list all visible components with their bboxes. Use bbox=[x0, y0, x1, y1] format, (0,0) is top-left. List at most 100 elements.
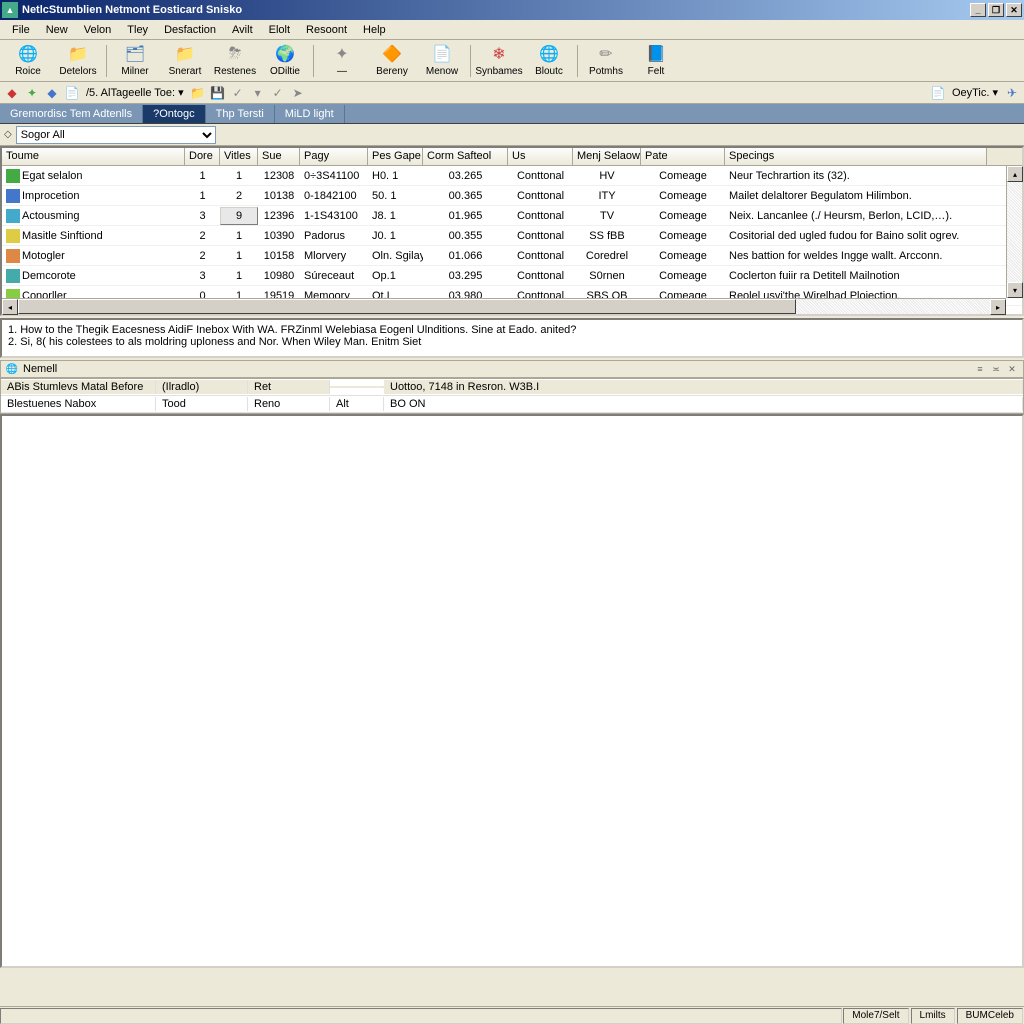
column-us[interactable]: Us bbox=[508, 148, 573, 165]
toolbar-milner-button[interactable]: 🗂 Milner bbox=[111, 42, 159, 80]
horizontal-scrollbar[interactable]: ◂ ▸ bbox=[2, 298, 1006, 314]
send-icon[interactable]: ✈ bbox=[1004, 85, 1020, 101]
dropdown-icon[interactable]: ▾ bbox=[250, 85, 266, 101]
cell-menj: HV bbox=[573, 168, 641, 184]
column-pagy[interactable]: Pagy bbox=[300, 148, 368, 165]
scroll-thumb[interactable] bbox=[18, 299, 796, 314]
toolbar-right-label[interactable]: OeyTic. ▾ bbox=[950, 86, 1000, 99]
main-toolbar: 🌐Roice📁Detelors🗂Milner📁Snerart⛈Restenes🌍… bbox=[0, 40, 1024, 82]
toolbar-bloutc-button[interactable]: 🌐Bloutc bbox=[525, 42, 573, 80]
table-row[interactable]: Motogler2110158MlorveryOln. Sgilay01.066… bbox=[2, 246, 1022, 266]
vertical-scrollbar[interactable]: ▴ ▾ bbox=[1006, 166, 1022, 298]
column-toume[interactable]: Toume bbox=[2, 148, 185, 165]
app-icon: ▲ bbox=[2, 2, 18, 18]
menu-file[interactable]: File bbox=[4, 22, 38, 38]
table-row[interactable]: Masitle Sinftiond2110390PadorusJ0. 100.3… bbox=[2, 226, 1022, 246]
panel-menu-button[interactable]: ≡ bbox=[973, 362, 987, 376]
page2-icon[interactable]: 📄 bbox=[930, 85, 946, 101]
menu-avilt[interactable]: Avilt bbox=[224, 22, 261, 38]
cell-specings: Neur Techrartion its (32). bbox=[725, 168, 987, 184]
table-row[interactable]: Egat selalon11123080÷3S41100H0. 103.265C… bbox=[2, 166, 1022, 186]
tab-ontogc[interactable]: ?Ontogc bbox=[143, 105, 206, 123]
toolbar-restenes-button[interactable]: ⛈Restenes bbox=[211, 42, 259, 80]
milner-icon: 🗂 bbox=[125, 44, 145, 64]
arrow-icon[interactable]: ➤ bbox=[290, 85, 306, 101]
tab-gremordisc[interactable]: Gremordisc Tem Adtenlls bbox=[0, 105, 143, 123]
filter-select[interactable]: Sogor All bbox=[16, 126, 216, 144]
minimize-button[interactable]: _ bbox=[970, 3, 986, 17]
statusbar: Mole7/Selt Lmilts BUMCeleb bbox=[0, 1006, 1024, 1024]
scroll-track[interactable] bbox=[1007, 182, 1022, 282]
toolbar-label: Roice bbox=[15, 66, 41, 77]
menu-help[interactable]: Help bbox=[355, 22, 394, 38]
toolbar-snerart-button[interactable]: 📁Snerart bbox=[161, 42, 209, 80]
cell-sue: 10138 bbox=[258, 188, 300, 204]
menu-elolt[interactable]: Elolt bbox=[261, 22, 298, 38]
toolbar-detelors-button[interactable]: 📁Detelors bbox=[54, 42, 102, 80]
status-main bbox=[0, 1008, 842, 1024]
check2-icon[interactable]: ✓ bbox=[270, 85, 286, 101]
close-button[interactable]: ✕ bbox=[1006, 3, 1022, 17]
column-menj-selaow[interactable]: Menj Selaow bbox=[573, 148, 641, 165]
cell-comm: 03.265 bbox=[423, 168, 508, 184]
cell-pate: Comeage bbox=[641, 188, 725, 204]
toolbar-roice-button[interactable]: 🌐Roice bbox=[4, 42, 52, 80]
scroll-track-h[interactable] bbox=[18, 299, 990, 314]
potmhs-icon: ✏ bbox=[596, 44, 616, 64]
toolbar-bereny-button[interactable]: 🔶Bereny bbox=[368, 42, 416, 80]
toolbar-odiltie-button[interactable]: 🌍ODiltie bbox=[261, 42, 309, 80]
column-pate[interactable]: Pate bbox=[641, 148, 725, 165]
table-row[interactable]: Demcorote3110980SúreceautOp.103.295Contt… bbox=[2, 266, 1022, 286]
menu-desfaction[interactable]: Desfaction bbox=[156, 22, 224, 38]
check-icon[interactable]: ✓ bbox=[230, 85, 246, 101]
cell-toume: Egat selalon bbox=[2, 167, 185, 185]
table-row[interactable]: Improcetion12101380-184210050. 100.365Co… bbox=[2, 186, 1022, 206]
menubar: File New Velon Tley Desfaction Avilt Elo… bbox=[0, 20, 1024, 40]
table-row[interactable]: Actousming39123961-1S43100J8. 101.965Con… bbox=[2, 206, 1022, 226]
column-pes-gape[interactable]: Pes Gape bbox=[368, 148, 423, 165]
column-corm-safteol[interactable]: Corm Safteol bbox=[423, 148, 508, 165]
column-sue[interactable]: Sue bbox=[258, 148, 300, 165]
menu-new[interactable]: New bbox=[38, 22, 76, 38]
maximize-button[interactable]: ❐ bbox=[988, 3, 1004, 17]
bloutc-icon: 🌐 bbox=[539, 44, 559, 64]
cell-pagy: Súreceaut bbox=[300, 268, 368, 284]
toolbar-label: Felt bbox=[648, 66, 665, 77]
scroll-down-button[interactable]: ▾ bbox=[1007, 282, 1023, 298]
row-icon bbox=[6, 249, 20, 263]
scroll-right-button[interactable]: ▸ bbox=[990, 299, 1006, 315]
toolbar-synbames-button[interactable]: ❄Synbames bbox=[475, 42, 523, 80]
toolbar-label: Milner bbox=[121, 66, 148, 77]
tab-thp[interactable]: Thp Tersti bbox=[206, 105, 275, 123]
toolbar-label[interactable]: /5. AlTageelle Toe: ▾ bbox=[84, 86, 186, 99]
panel-close-button[interactable]: ✕ bbox=[1005, 362, 1019, 376]
toolbar-label: ODiltie bbox=[270, 66, 300, 77]
cell-toume: Demcorote bbox=[2, 267, 185, 285]
column-specings[interactable]: Specings bbox=[725, 148, 987, 165]
diamond-blue-icon[interactable]: ◆ bbox=[44, 85, 60, 101]
tab-mild[interactable]: MiLD light bbox=[275, 105, 345, 123]
scroll-left-button[interactable]: ◂ bbox=[2, 299, 18, 315]
filter-diamond-icon: ◇ bbox=[4, 129, 12, 140]
toolbar-—-button[interactable]: ✦— bbox=[318, 42, 366, 80]
menu-velon[interactable]: Velon bbox=[76, 22, 120, 38]
status-seg2: Lmilts bbox=[911, 1008, 955, 1024]
save-icon[interactable]: 💾 bbox=[210, 85, 226, 101]
scroll-up-button[interactable]: ▴ bbox=[1007, 166, 1023, 182]
cell-specings: Nes battion for weldes Ingge wallt. Arcc… bbox=[725, 248, 987, 264]
column-vitles[interactable]: Vitles bbox=[220, 148, 258, 165]
toolbar-potmhs-button[interactable]: ✏Potmhs bbox=[582, 42, 630, 80]
folder-icon[interactable]: 📁 bbox=[190, 85, 206, 101]
diamond-green-icon[interactable]: ✦ bbox=[24, 85, 40, 101]
menu-tley[interactable]: Tley bbox=[119, 22, 156, 38]
panel-min-button[interactable]: ≍ bbox=[989, 362, 1003, 376]
cell-pesgape: J0. 1 bbox=[368, 228, 423, 244]
toolbar-menow-button[interactable]: 📄Menow bbox=[418, 42, 466, 80]
cell-menj: TV bbox=[573, 208, 641, 224]
toolbar-felt-button[interactable]: 📘 Felt bbox=[632, 42, 680, 80]
diamond-red-icon[interactable]: ◆ bbox=[4, 85, 20, 101]
menu-resoont[interactable]: Resoont bbox=[298, 22, 355, 38]
felt-icon: 📘 bbox=[646, 44, 666, 64]
page-icon[interactable]: 📄 bbox=[64, 85, 80, 101]
column-dore[interactable]: Dore bbox=[185, 148, 220, 165]
